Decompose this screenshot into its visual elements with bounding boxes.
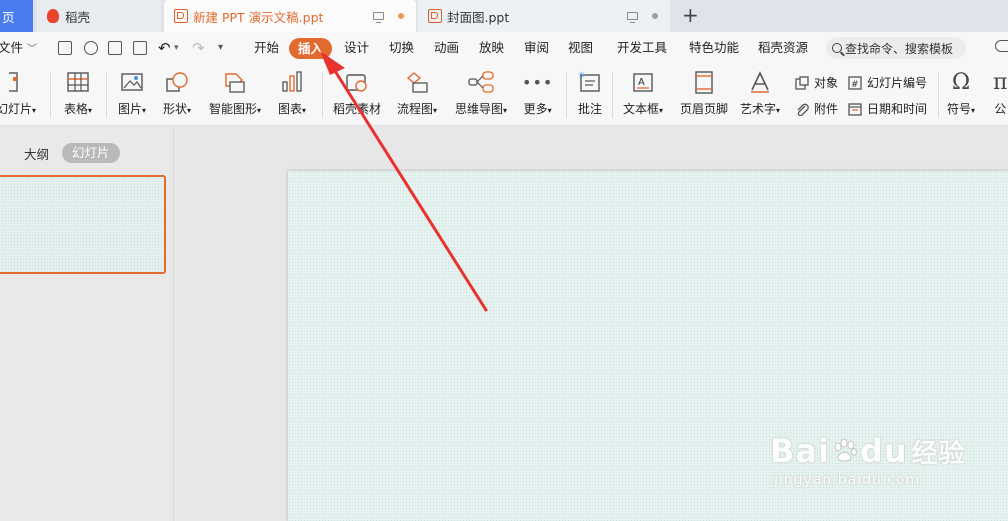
watermark-brand-b: du (859, 432, 908, 470)
watermark-brand-cn: 经验 (911, 438, 966, 469)
watermark-brand-a: Bai (770, 432, 830, 470)
watermark-logo: Bai du 经验 (770, 432, 966, 470)
baidu-watermark: Bai du 经验 jingyan.baidu.com (770, 432, 966, 488)
watermark-url: jingyan.baidu.com (774, 472, 921, 488)
paw-icon (834, 438, 857, 462)
